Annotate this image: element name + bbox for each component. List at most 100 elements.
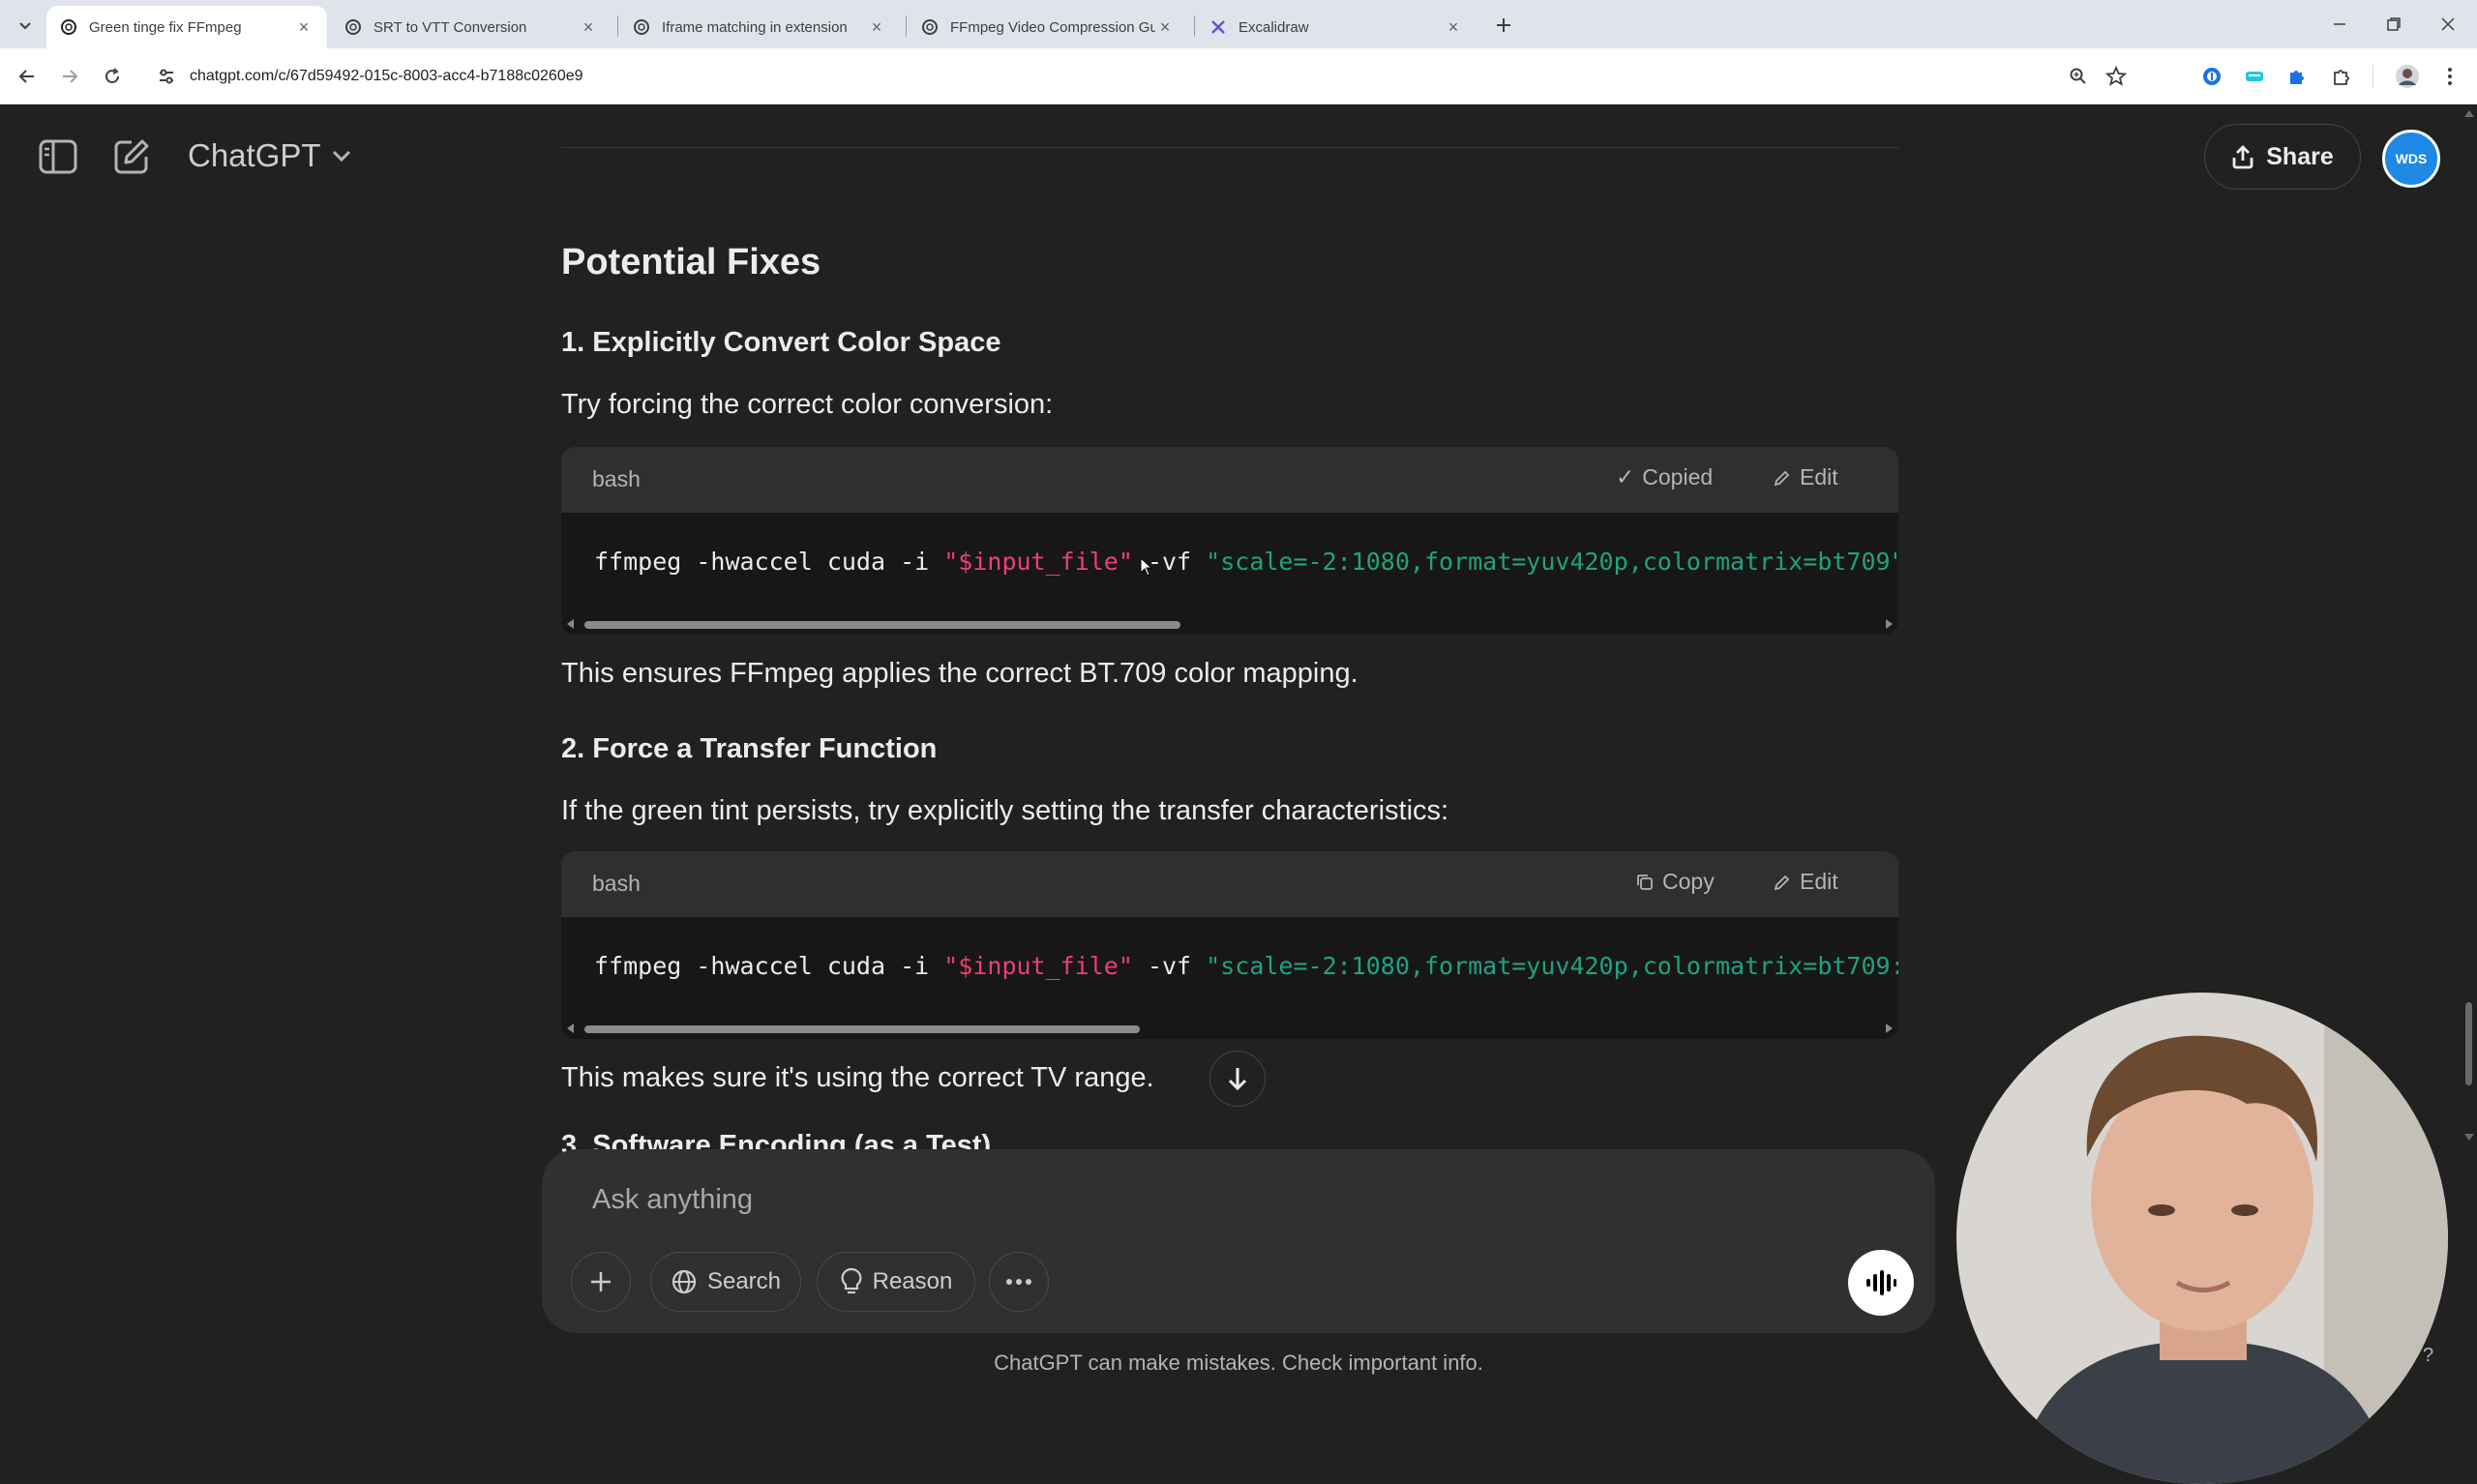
scroll-to-bottom-button[interactable]: [1209, 1051, 1266, 1107]
section-heading: Potential Fixes: [561, 242, 821, 282]
copy-button[interactable]: Copy: [1635, 869, 1715, 895]
new-chat-button[interactable]: [108, 134, 155, 180]
minimize-button[interactable]: [2320, 10, 2359, 39]
reason-label: Reason: [872, 1268, 953, 1294]
scroll-thumb[interactable]: [584, 621, 1180, 629]
code-language: bash: [592, 871, 641, 896]
copy-icon: [1637, 874, 1653, 890]
close-icon[interactable]: ×: [1444, 17, 1463, 37]
code-string: "scale=-2:1080,format=yuv420p,colormatri…: [1206, 548, 1898, 576]
edit-label: Edit: [1800, 464, 1838, 490]
reload-icon: [105, 68, 119, 83]
user-avatar[interactable]: WDS: [2382, 130, 2440, 188]
window-close-button[interactable]: [2429, 10, 2467, 39]
fix-1-title: 1. Explicitly Convert Color Space: [561, 327, 1001, 358]
code-block-2: bash Copy Edit ffmpeg -hwaccel cuda -i "…: [561, 851, 1898, 1039]
fix-2-explanation: This makes sure it's using the correct T…: [561, 1062, 1154, 1093]
scroll-down-arrow[interactable]: [2464, 1134, 2474, 1141]
address-bar[interactable]: chatgpt.com/c/67d59492-015c-8003-acc4-b7…: [143, 56, 2165, 97]
restore-button[interactable]: [2374, 10, 2413, 39]
share-label: Share: [2266, 142, 2334, 170]
chevron-down-icon: [19, 22, 31, 30]
code-text: -vf: [1132, 952, 1207, 980]
back-button[interactable]: [12, 61, 43, 92]
scroll-thumb[interactable]: [584, 1025, 1140, 1033]
ellipsis-icon: [1006, 1279, 1031, 1285]
new-tab-button[interactable]: [1488, 10, 1519, 41]
code-line: ffmpeg -hwaccel cuda -i "$input_file" -v…: [594, 548, 1898, 576]
site-settings-icon[interactable]: [157, 67, 176, 86]
avatar-text: WDS: [2395, 151, 2428, 166]
scroll-left-arrow[interactable]: [567, 619, 574, 629]
profile-button[interactable]: [2394, 63, 2421, 90]
reload-button[interactable]: [97, 61, 128, 92]
pencil-icon: [1774, 470, 1790, 486]
share-icon: [2232, 145, 2253, 169]
forward-button[interactable]: [54, 61, 85, 92]
close-icon[interactable]: ×: [1155, 17, 1175, 37]
scroll-thumb[interactable]: [2465, 1002, 2472, 1085]
extensions-menu[interactable]: [2328, 63, 2355, 90]
openai-icon: [61, 19, 76, 35]
prompt-input[interactable]: Ask anything: [592, 1184, 753, 1216]
scroll-right-arrow[interactable]: [1886, 619, 1893, 629]
edit-button[interactable]: Edit: [1773, 869, 1838, 895]
search-button[interactable]: Search: [650, 1252, 801, 1312]
pencil-icon: [1774, 875, 1790, 890]
browser-toolbar: chatgpt.com/c/67d59492-015c-8003-acc4-b7…: [0, 48, 2477, 104]
code-text: ffmpeg -hwaccel cuda -i: [594, 952, 944, 980]
more-tools-button[interactable]: [989, 1252, 1049, 1312]
brand-label: ChatGPT: [188, 137, 321, 173]
close-icon[interactable]: ×: [294, 17, 313, 37]
close-icon[interactable]: ×: [579, 17, 598, 37]
tab-srt-vtt[interactable]: SRT to VTT Conversion ×: [331, 6, 612, 48]
puzzle-icon: [2334, 70, 2349, 85]
compose-icon: [114, 139, 149, 174]
sidebar-toggle-button[interactable]: [35, 134, 81, 180]
tab-excalidraw[interactable]: Excalidraw ×: [1196, 6, 1477, 48]
tab-separator: [617, 15, 618, 37]
copy-label: Copy: [1662, 869, 1715, 894]
tab-ffmpeg-compression[interactable]: FFmpeg Video Compression Gu ×: [908, 6, 1188, 48]
voice-mode-button[interactable]: [1848, 1250, 1914, 1316]
code-block-1: bash ✓ Copied Edit ffmpeg -hwaccel cuda …: [561, 447, 1898, 635]
tab-green-tinge[interactable]: Green tinge fix FFmpeg ×: [46, 6, 327, 48]
copy-button[interactable]: ✓ Copied: [1616, 464, 1713, 490]
share-button[interactable]: Share: [2204, 124, 2361, 190]
scroll-left-arrow[interactable]: [567, 1024, 574, 1033]
restore-icon: [2387, 17, 2401, 31]
puzzle-icon: [2290, 71, 2304, 84]
attach-button[interactable]: [571, 1252, 631, 1312]
help-button[interactable]: ?: [2423, 1345, 2433, 1367]
code-string: "$input_file": [943, 952, 1133, 980]
edit-button[interactable]: Edit: [1773, 464, 1838, 490]
password-manager-icon: [2203, 68, 2221, 85]
tab-label: Excalidraw: [1238, 18, 1309, 36]
tab-iframe[interactable]: Iframe matching in extension ×: [619, 6, 900, 48]
extension-icon: [2246, 72, 2263, 81]
copy-label: Copied: [1642, 464, 1714, 490]
checkmark-icon: ✓: [1616, 464, 1635, 490]
bookmark-star-icon[interactable]: [2105, 66, 2127, 87]
code-header: bash ✓ Copied Edit: [561, 447, 1898, 513]
zoom-icon[interactable]: [2069, 67, 2088, 86]
tab-label: FFmpeg Video Compression Gu: [950, 18, 1155, 36]
extension-1password[interactable]: [2198, 63, 2225, 90]
horizontal-scrollbar[interactable]: [561, 613, 1898, 635]
voice-waveform-icon: [1866, 1270, 1896, 1295]
model-selector[interactable]: ChatGPT: [188, 137, 352, 174]
vertical-scrollbar[interactable]: [2461, 104, 2477, 1393]
horizontal-scrollbar[interactable]: [561, 1018, 1898, 1039]
extension-bar[interactable]: [2241, 63, 2268, 90]
chatgpt-page: ChatGPT Share WDS Potential Fixes 1. Exp…: [0, 104, 2477, 1484]
browser-menu-button[interactable]: [2436, 63, 2463, 90]
kebab-menu-icon: [2448, 68, 2452, 85]
scroll-right-arrow[interactable]: [1886, 1024, 1893, 1033]
close-icon[interactable]: ×: [867, 17, 886, 37]
scroll-up-arrow[interactable]: [2464, 110, 2474, 117]
presenter-video-image: [1956, 993, 2448, 1484]
tab-search-button[interactable]: [10, 10, 41, 41]
extension-puzzle-blue[interactable]: [2283, 63, 2311, 90]
reason-button[interactable]: Reason: [817, 1252, 975, 1312]
edit-label: Edit: [1800, 869, 1838, 894]
